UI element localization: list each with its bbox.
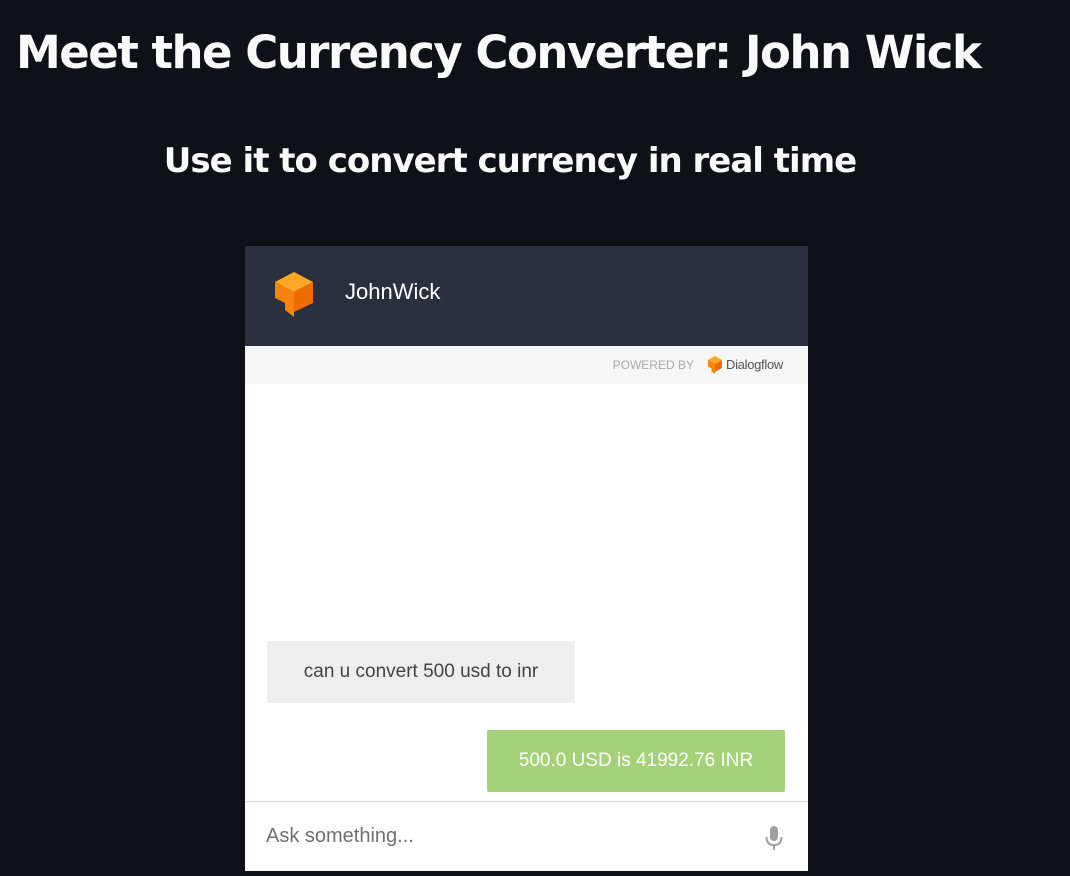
query-input[interactable] xyxy=(245,802,745,871)
agent-name: JohnWick xyxy=(345,279,441,304)
page-title: Meet the Currency Converter: John Wick xyxy=(16,26,982,79)
dialogflow-logo-icon xyxy=(708,356,722,374)
chat-input-bar xyxy=(245,801,808,871)
bot-message-bubble: 500.0 USD is 41992.76 INR xyxy=(487,730,785,792)
chat-header: JohnWick xyxy=(245,246,808,346)
microphone-icon[interactable] xyxy=(760,822,788,854)
message-list: can u convert 500 usd to inr 500.0 USD i… xyxy=(245,384,808,801)
powered-by-bar: POWERED BY Dialogflow xyxy=(245,346,808,384)
page-subtitle: Use it to convert currency in real time xyxy=(163,141,857,181)
dialogflow-brand-name: Dialogflow xyxy=(726,357,783,372)
user-message-bubble: can u convert 500 usd to inr xyxy=(267,641,575,703)
chat-widget: JohnWick POWERED BY Dialogflow can u con… xyxy=(245,246,808,871)
powered-by-label: POWERED BY xyxy=(612,358,694,372)
dialogflow-cube-icon xyxy=(275,272,313,317)
